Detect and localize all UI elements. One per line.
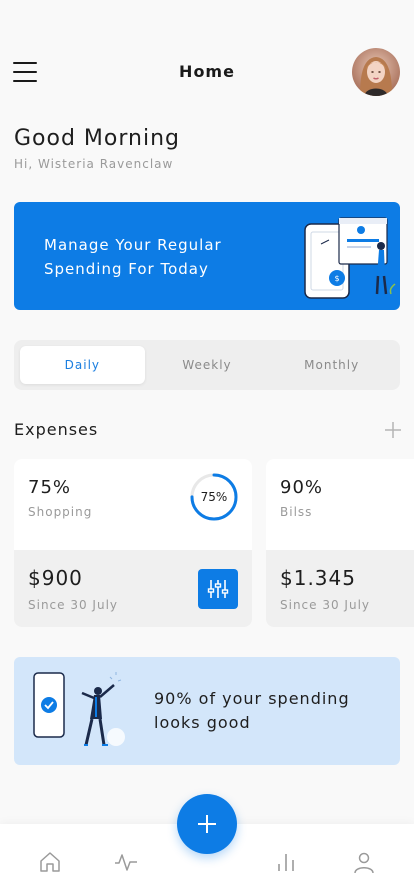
promo-banner[interactable]: Manage Your Regular Spending For Today $	[14, 202, 400, 310]
banner-text: Manage Your Regular Spending For Today	[44, 236, 222, 278]
user-avatar-icon	[352, 48, 400, 96]
expense-percent: 90%	[280, 477, 324, 498]
period-tabs: Daily Weekly Monthly	[14, 340, 400, 390]
sliders-icon	[207, 580, 229, 598]
expense-amount: $900	[28, 566, 83, 590]
greeting-subtitle: Hi, Wisteria Ravenclaw	[14, 157, 174, 171]
plus-icon[interactable]	[383, 420, 403, 440]
expenses-title: Expenses	[14, 420, 99, 439]
sliders-button[interactable]	[198, 569, 238, 609]
expense-percent: 75%	[28, 477, 72, 498]
expense-card-footer: $1.345 Since 30 July	[266, 550, 414, 627]
tab-daily[interactable]: Daily	[20, 346, 145, 384]
tab-weekly[interactable]: Weekly	[145, 346, 270, 384]
add-expense-button[interactable]	[177, 794, 237, 854]
expense-card-footer: $900 Since 30 July	[14, 550, 252, 627]
activity-icon[interactable]	[114, 850, 138, 874]
plus-icon	[198, 815, 216, 833]
spending-tip-card[interactable]: 90% of your spending looks good	[14, 657, 400, 765]
expense-card-bills[interactable]: 90% Bilss $1.345 Since 30 July	[266, 459, 414, 627]
svg-text:$: $	[334, 274, 339, 283]
expense-category: Bilss	[280, 505, 313, 519]
profile-icon[interactable]	[352, 850, 376, 874]
expense-since: Since 30 July	[280, 598, 371, 612]
home-icon[interactable]	[38, 850, 62, 874]
expense-since: Since 30 July	[28, 598, 119, 612]
avatar[interactable]	[352, 48, 400, 96]
tab-monthly[interactable]: Monthly	[269, 346, 394, 384]
progress-ring-label: 75%	[200, 490, 228, 504]
greeting-title: Good Morning	[14, 126, 180, 151]
bar-chart-icon[interactable]	[274, 850, 298, 874]
expense-card-shopping[interactable]: 75% Shopping 75% $900 Since 30 July	[14, 459, 252, 627]
expense-amount: $1.345	[280, 566, 356, 590]
spending-tip-text: 90% of your spending looks good	[154, 689, 350, 732]
phone-payment-illustration-icon: $	[304, 217, 396, 299]
expense-category: Shopping	[28, 505, 93, 519]
celebration-illustration-icon	[33, 672, 125, 746]
